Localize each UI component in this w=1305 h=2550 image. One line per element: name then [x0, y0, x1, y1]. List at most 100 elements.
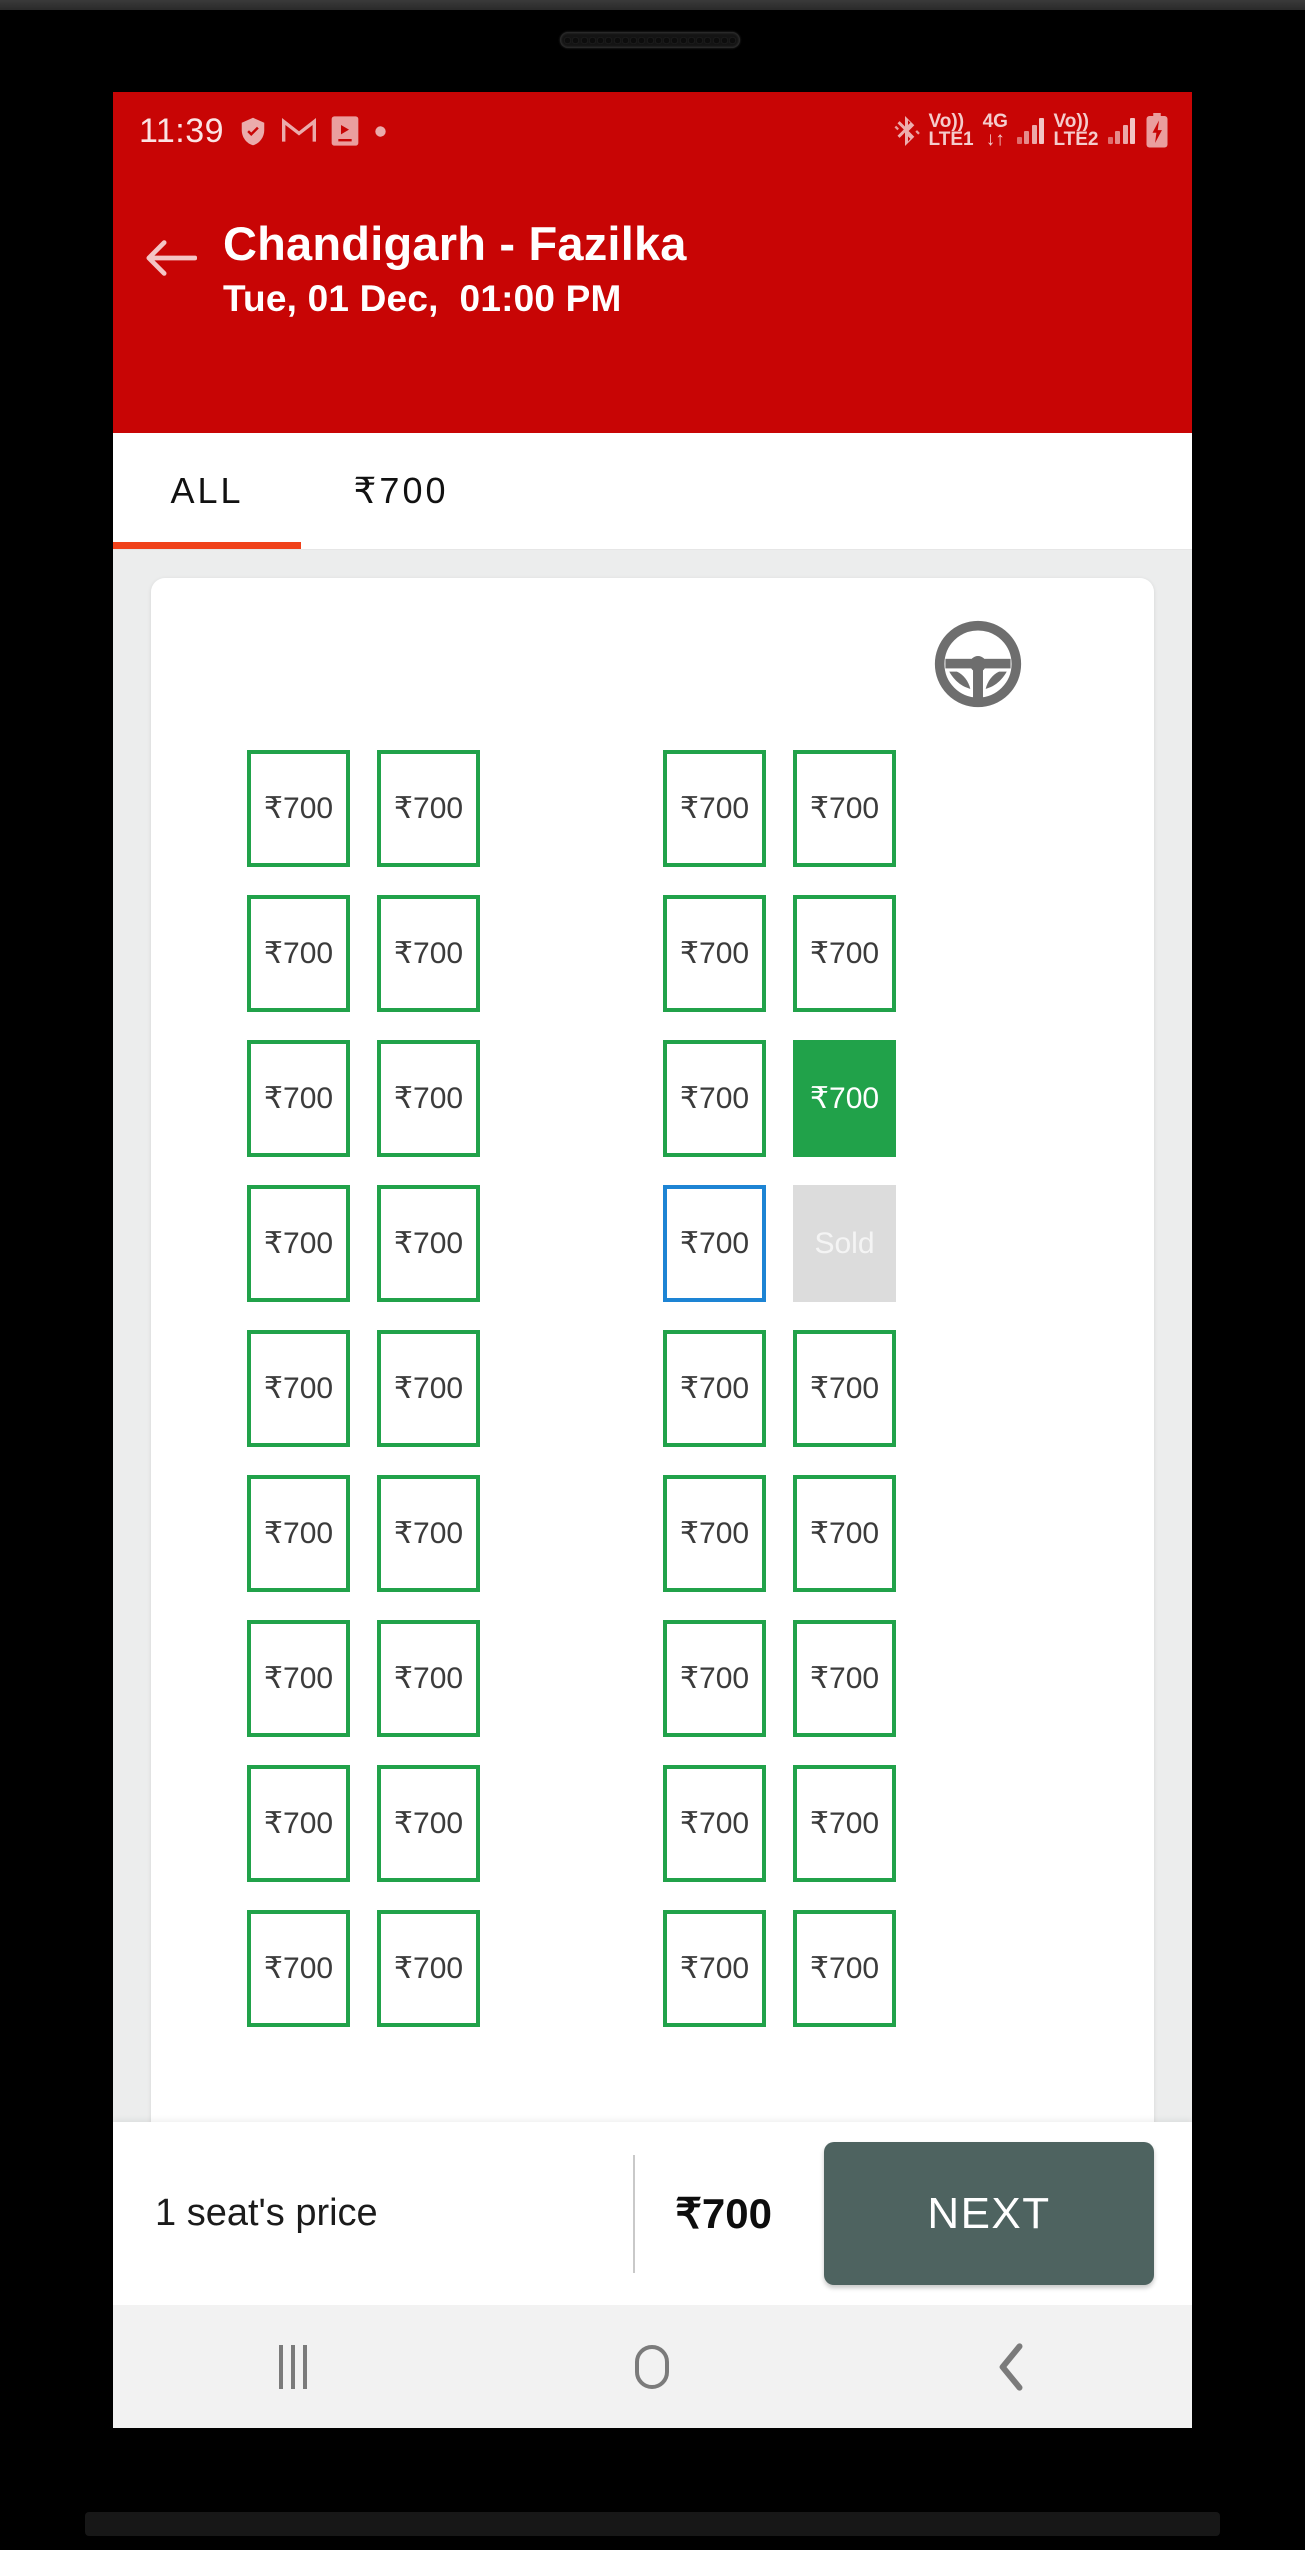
seat-available[interactable]: ₹700 [247, 1040, 350, 1157]
seat-label: ₹700 [679, 1807, 750, 1840]
seat-label: ₹700 [393, 1082, 464, 1115]
seat-row: ₹700 ₹700 ₹700 ₹700 [151, 1040, 1154, 1157]
booking-summary-bar: 1 seat's price ₹700 NEXT [113, 2122, 1192, 2305]
seat-available[interactable]: ₹700 [793, 895, 896, 1012]
seat-available[interactable]: ₹700 [377, 895, 480, 1012]
seat-available[interactable]: ₹700 [377, 1185, 480, 1302]
seat-available[interactable]: ₹700 [247, 1620, 350, 1737]
seat-label: ₹700 [679, 937, 750, 970]
seat-label: ₹700 [809, 937, 880, 970]
seat-available[interactable]: ₹700 [247, 1475, 350, 1592]
tab-all-label: ALL [170, 470, 244, 511]
earpiece-speaker-grille [560, 32, 740, 48]
seat-label: ₹700 [263, 1807, 334, 1840]
seat-label: ₹700 [263, 792, 334, 825]
bus-seat-card: ₹700 ₹700 ₹700 ₹700 ₹700 ₹700 ₹700 ₹700 ₹700 ₹700… [151, 578, 1154, 2180]
next-button[interactable]: NEXT [824, 2142, 1154, 2285]
seat-available[interactable]: ₹700 [377, 1475, 480, 1592]
seat-available[interactable]: ₹700 [663, 895, 766, 1012]
home-button[interactable] [577, 2305, 727, 2428]
gmail-icon [282, 118, 317, 142]
seat-ladies[interactable]: ₹700 [663, 1185, 766, 1302]
seat-available[interactable]: ₹700 [663, 750, 766, 867]
status-bar-left-group: 11:39 [139, 112, 387, 151]
seat-layout-scroll-region[interactable]: ₹700 ₹700 ₹700 ₹700 ₹700 ₹700 ₹700 ₹700 ₹700 ₹700… [113, 550, 1192, 2180]
page-title: Chandigarh - Fazilka [223, 217, 687, 270]
seat-available[interactable]: ₹700 [377, 1910, 480, 2027]
seat-available[interactable]: ₹700 [793, 750, 896, 867]
seat-available[interactable]: ₹700 [377, 1040, 480, 1157]
seat-available[interactable]: ₹700 [247, 750, 350, 867]
recents-icon [278, 2344, 307, 2389]
phone-screen: 11:39 Vo)) LTE1 4G ↓↑ Vo)) LTE2 Chandiga… [113, 92, 1192, 2428]
seat-available[interactable]: ₹700 [663, 1910, 766, 2027]
volte2-lte-label: LTE2 [1053, 129, 1099, 150]
seat-label: ₹700 [679, 1372, 750, 1405]
phone-frame: 11:39 Vo)) LTE1 4G ↓↑ Vo)) LTE2 Chandiga… [0, 0, 1305, 2550]
battery-charging-icon [1146, 113, 1168, 148]
phone-bottom-bezel [85, 2512, 1220, 2536]
steering-wheel-icon [934, 620, 1022, 708]
seat-available[interactable]: ₹700 [247, 1185, 350, 1302]
seat-label: ₹700 [393, 1807, 464, 1840]
driver-area [151, 578, 1154, 750]
seat-row: ₹700 ₹700 ₹700 ₹700 [151, 1330, 1154, 1447]
bluetooth-icon [894, 113, 920, 146]
seat-available[interactable]: ₹700 [247, 1765, 350, 1882]
seat-label: ₹700 [809, 1372, 880, 1405]
seat-label: ₹700 [679, 792, 750, 825]
recents-button[interactable] [218, 2305, 368, 2428]
seat-label: ₹700 [679, 1517, 750, 1550]
seat-label: ₹700 [679, 1662, 750, 1695]
seat-row: ₹700 ₹700 ₹700 ₹700 [151, 895, 1154, 1012]
status-bar-right-group: Vo)) LTE1 4G ↓↑ Vo)) LTE2 [893, 112, 1170, 150]
back-nav-button[interactable] [937, 2305, 1087, 2428]
seat-available[interactable]: ₹700 [377, 1620, 480, 1737]
seat-available[interactable]: ₹700 [663, 1475, 766, 1592]
back-button[interactable] [113, 214, 223, 280]
seat-available[interactable]: ₹700 [793, 1475, 896, 1592]
status-bar: 11:39 Vo)) LTE1 4G ↓↑ Vo)) LTE2 [113, 92, 1192, 170]
seat-available[interactable]: ₹700 [247, 1330, 350, 1447]
seat-available[interactable]: ₹700 [663, 1620, 766, 1737]
seat-label: ₹700 [393, 1372, 464, 1405]
seat-label: ₹700 [263, 1082, 334, 1115]
app-bar: Chandigarh - Fazilka Tue, 01 Dec, 01:00 … [113, 170, 1192, 433]
android-navigation-bar [113, 2305, 1192, 2428]
seat-label: ₹700 [809, 1662, 880, 1695]
seat-label: ₹700 [809, 1082, 880, 1115]
seat-available[interactable]: ₹700 [793, 1910, 896, 2027]
seat-available[interactable]: ₹700 [377, 1765, 480, 1882]
phone-top-bezel [0, 0, 1305, 10]
seat-available[interactable]: ₹700 [247, 1910, 350, 2027]
seat-label: ₹700 [809, 1517, 880, 1550]
tab-all[interactable]: ALL [113, 433, 301, 549]
seat-row: ₹700 ₹700 ₹700 ₹700 [151, 750, 1154, 867]
seat-label: ₹700 [809, 1807, 880, 1840]
total-price-value: ₹700 [675, 2190, 772, 2237]
trip-datetime-label: Tue, 01 Dec, 01:00 PM [223, 278, 622, 320]
seat-label: ₹700 [809, 1952, 880, 1985]
seat-label: ₹700 [679, 1082, 750, 1115]
tab-price-label: ₹700 [353, 470, 449, 511]
seat-available[interactable]: ₹700 [663, 1330, 766, 1447]
seat-label: ₹700 [263, 1517, 334, 1550]
data-transfer-arrows: ↓↑ [985, 129, 1005, 150]
seat-available[interactable]: ₹700 [793, 1765, 896, 1882]
seat-available[interactable]: ₹700 [663, 1040, 766, 1157]
seat-available[interactable]: ₹700 [663, 1765, 766, 1882]
seat-available[interactable]: ₹700 [247, 895, 350, 1012]
seat-available[interactable]: ₹700 [377, 1330, 480, 1447]
back-arrow-icon [146, 240, 197, 276]
seat-row: ₹700 ₹700 ₹700 ₹700 [151, 1475, 1154, 1592]
seat-count-label: 1 seat's price [155, 2192, 378, 2234]
seat-selected[interactable]: ₹700 [793, 1040, 896, 1157]
seat-label: ₹700 [393, 937, 464, 970]
seat-grid: ₹700 ₹700 ₹700 ₹700 ₹700 ₹700 ₹700 ₹700 ₹700 ₹700… [151, 750, 1154, 2027]
seat-row: ₹700 ₹700 ₹700 ₹700 [151, 1765, 1154, 1882]
seat-available[interactable]: ₹700 [793, 1330, 896, 1447]
tab-price-700[interactable]: ₹700 [301, 433, 501, 549]
seat-available[interactable]: ₹700 [793, 1620, 896, 1737]
seat-label: ₹700 [263, 937, 334, 970]
seat-available[interactable]: ₹700 [377, 750, 480, 867]
